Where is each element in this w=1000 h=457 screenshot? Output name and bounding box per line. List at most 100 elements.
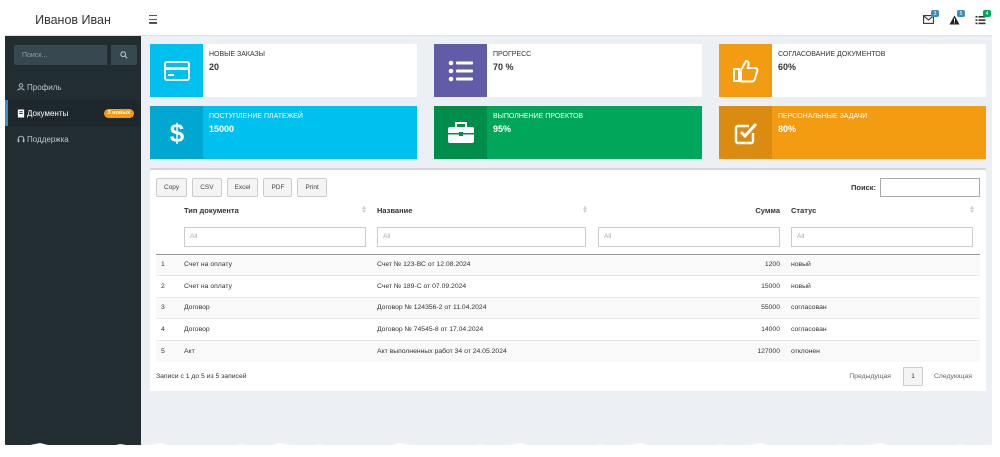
filter-title-input[interactable]: [377, 226, 586, 247]
cell-index: 1: [156, 253, 179, 276]
messages-count-badge: 3: [931, 10, 939, 17]
column-header-doc-type[interactable]: Тип документа ▲ ▼: [179, 200, 372, 220]
pagination-previous[interactable]: Предыдущая: [849, 373, 891, 380]
copy-button[interactable]: Copy: [156, 178, 188, 197]
table-row[interactable]: 1 Счет на оплату Счет № 123-ВС от 12.08.…: [156, 253, 980, 276]
frame-edge: [992, 0, 1000, 457]
tasks-count-badge: 4: [983, 10, 991, 17]
stat-label: Согласование документов: [778, 51, 886, 58]
filter-doc-type-input[interactable]: [184, 226, 366, 247]
document-icon: [16, 108, 26, 118]
stat-label: Прогресс: [493, 51, 532, 58]
print-button[interactable]: Print: [297, 178, 327, 197]
cell-title: Акт выполненных работ 34 от 24.05.2024: [372, 339, 593, 362]
sidebar-item-support[interactable]: Поддержка: [5, 126, 141, 152]
stat-label: Персональные задачи: [778, 113, 868, 120]
menu-toggle-icon[interactable]: [149, 15, 157, 24]
stat-personal-tasks[interactable]: Персональные задачи 80%: [719, 106, 986, 159]
cell-title: Договор № 74545-8 от 17.04.2024: [372, 318, 593, 341]
cell-status: отклонен: [786, 339, 980, 362]
main-content: Новые заказы 20 Прогресс 70 % Согласован…: [141, 36, 992, 445]
filter-amount-input[interactable]: [598, 226, 780, 247]
user-icon: [16, 82, 26, 92]
briefcase-icon: [434, 106, 487, 159]
cell-doc-type: Счет на оплату: [179, 253, 372, 276]
stat-value: 80%: [778, 124, 797, 134]
table-row[interactable]: 4 Договор Договор № 74545-8 от 17.04.202…: [156, 318, 980, 341]
table-row[interactable]: 2 Счет на оплату Счет № 189-С от 07.09.2…: [156, 275, 980, 298]
cell-amount: 55000: [593, 296, 786, 319]
documents-table-panel: Copy CSV Excel PDF Print Поиск: Тип доку…: [150, 168, 986, 391]
sidebar-menu: Профиль Документы 3 новых Поддержка: [5, 74, 141, 152]
dollar-icon: $: [150, 106, 203, 159]
stat-value: 20: [209, 62, 220, 72]
alerts-count-badge: 5: [957, 10, 965, 17]
stat-new-orders[interactable]: Новые заказы 20: [150, 44, 417, 97]
export-buttons: Copy CSV Excel PDF Print: [156, 178, 332, 197]
tasks-button[interactable]: 4: [975, 10, 991, 27]
stat-label: Поступление платежей: [209, 113, 303, 120]
stat-value: 15000: [209, 124, 235, 134]
csv-button[interactable]: CSV: [192, 178, 222, 197]
cell-index: 5: [156, 339, 179, 362]
cell-title: Счет № 123-ВС от 12.08.2024: [372, 253, 593, 276]
sidebar: Иванов Иван Профиль Документы 3 новых По…: [5, 5, 141, 445]
cell-amount: 1200: [593, 253, 786, 276]
column-header-index: [156, 200, 179, 220]
sidebar-item-label: Профиль: [27, 82, 62, 92]
search-icon: [120, 51, 128, 59]
documents-table: Тип документа ▲ ▼ Название ▲ ▼ Сумма Статус ▲…: [156, 200, 980, 362]
table-info-text: Записи с 1 до 5 из 5 записей: [156, 373, 247, 380]
stat-progress[interactable]: Прогресс 70 %: [434, 44, 702, 97]
cell-doc-type: Договор: [179, 318, 372, 341]
cell-title: Счет № 189-С от 07.09.2024: [372, 275, 593, 298]
alerts-button[interactable]: 5: [949, 10, 965, 27]
column-header-title[interactable]: Название ▲ ▼: [372, 200, 593, 220]
cell-status: новый: [786, 275, 980, 298]
stat-payments[interactable]: $ Поступление платежей 15000: [150, 106, 417, 159]
torn-edge: [0, 443, 1000, 457]
cell-amount: 14000: [593, 318, 786, 341]
filter-status-input[interactable]: [791, 226, 973, 247]
cell-status: согласован: [786, 296, 980, 319]
check-square-icon: [719, 106, 772, 159]
sidebar-search-input[interactable]: [14, 45, 107, 65]
pagination: Предыдущая 1 Следующая: [849, 367, 972, 386]
cell-doc-type: Счет на оплату: [179, 275, 372, 298]
cell-amount: 15000: [593, 275, 786, 298]
headset-icon: [16, 134, 26, 144]
pagination-page-1[interactable]: 1: [902, 367, 923, 386]
stat-label: Выполнение проектов: [493, 113, 584, 120]
filter-row: [156, 220, 980, 255]
table-row[interactable]: 5 Акт Акт выполненных работ 34 от 24.05.…: [156, 339, 980, 362]
sidebar-item-profile[interactable]: Профиль: [5, 74, 141, 100]
thumbs-up-icon: [719, 44, 772, 97]
stat-project-completion[interactable]: Выполнение проектов 95%: [434, 106, 702, 159]
pagination-next[interactable]: Следующая: [934, 373, 972, 380]
table-search-input[interactable]: [880, 178, 980, 197]
sidebar-item-documents[interactable]: Документы 3 новых: [5, 100, 141, 126]
table-row[interactable]: 3 Договор Договор № 124356-2 от 11.04.20…: [156, 296, 980, 319]
table-header-row: Тип документа ▲ ▼ Название ▲ ▼ Сумма Статус ▲…: [156, 200, 980, 220]
sidebar-search-button[interactable]: [111, 45, 137, 65]
list-icon: [434, 44, 487, 97]
sidebar-item-label: Документы: [27, 108, 69, 118]
cell-doc-type: Акт: [179, 339, 372, 362]
stat-value: 70 %: [493, 62, 514, 72]
new-documents-badge: 3 новых: [103, 108, 134, 118]
cell-index: 2: [156, 275, 179, 298]
cell-index: 3: [156, 296, 179, 319]
cell-status: согласован: [786, 318, 980, 341]
column-header-status[interactable]: Статус ▲ ▼: [786, 200, 980, 220]
stat-value: 95%: [493, 124, 512, 134]
column-header-amount[interactable]: Сумма: [593, 200, 786, 220]
stat-document-approval[interactable]: Согласование документов 60%: [719, 44, 986, 97]
messages-button[interactable]: 3: [923, 10, 939, 27]
cell-doc-type: Договор: [179, 296, 372, 319]
user-name: Иванов Иван: [5, 5, 141, 36]
excel-button[interactable]: Excel: [226, 178, 259, 197]
pdf-button[interactable]: PDF: [263, 178, 293, 197]
svg-text:$: $: [169, 119, 184, 147]
sidebar-item-label: Поддержка: [27, 134, 69, 144]
cell-status: новый: [786, 253, 980, 276]
